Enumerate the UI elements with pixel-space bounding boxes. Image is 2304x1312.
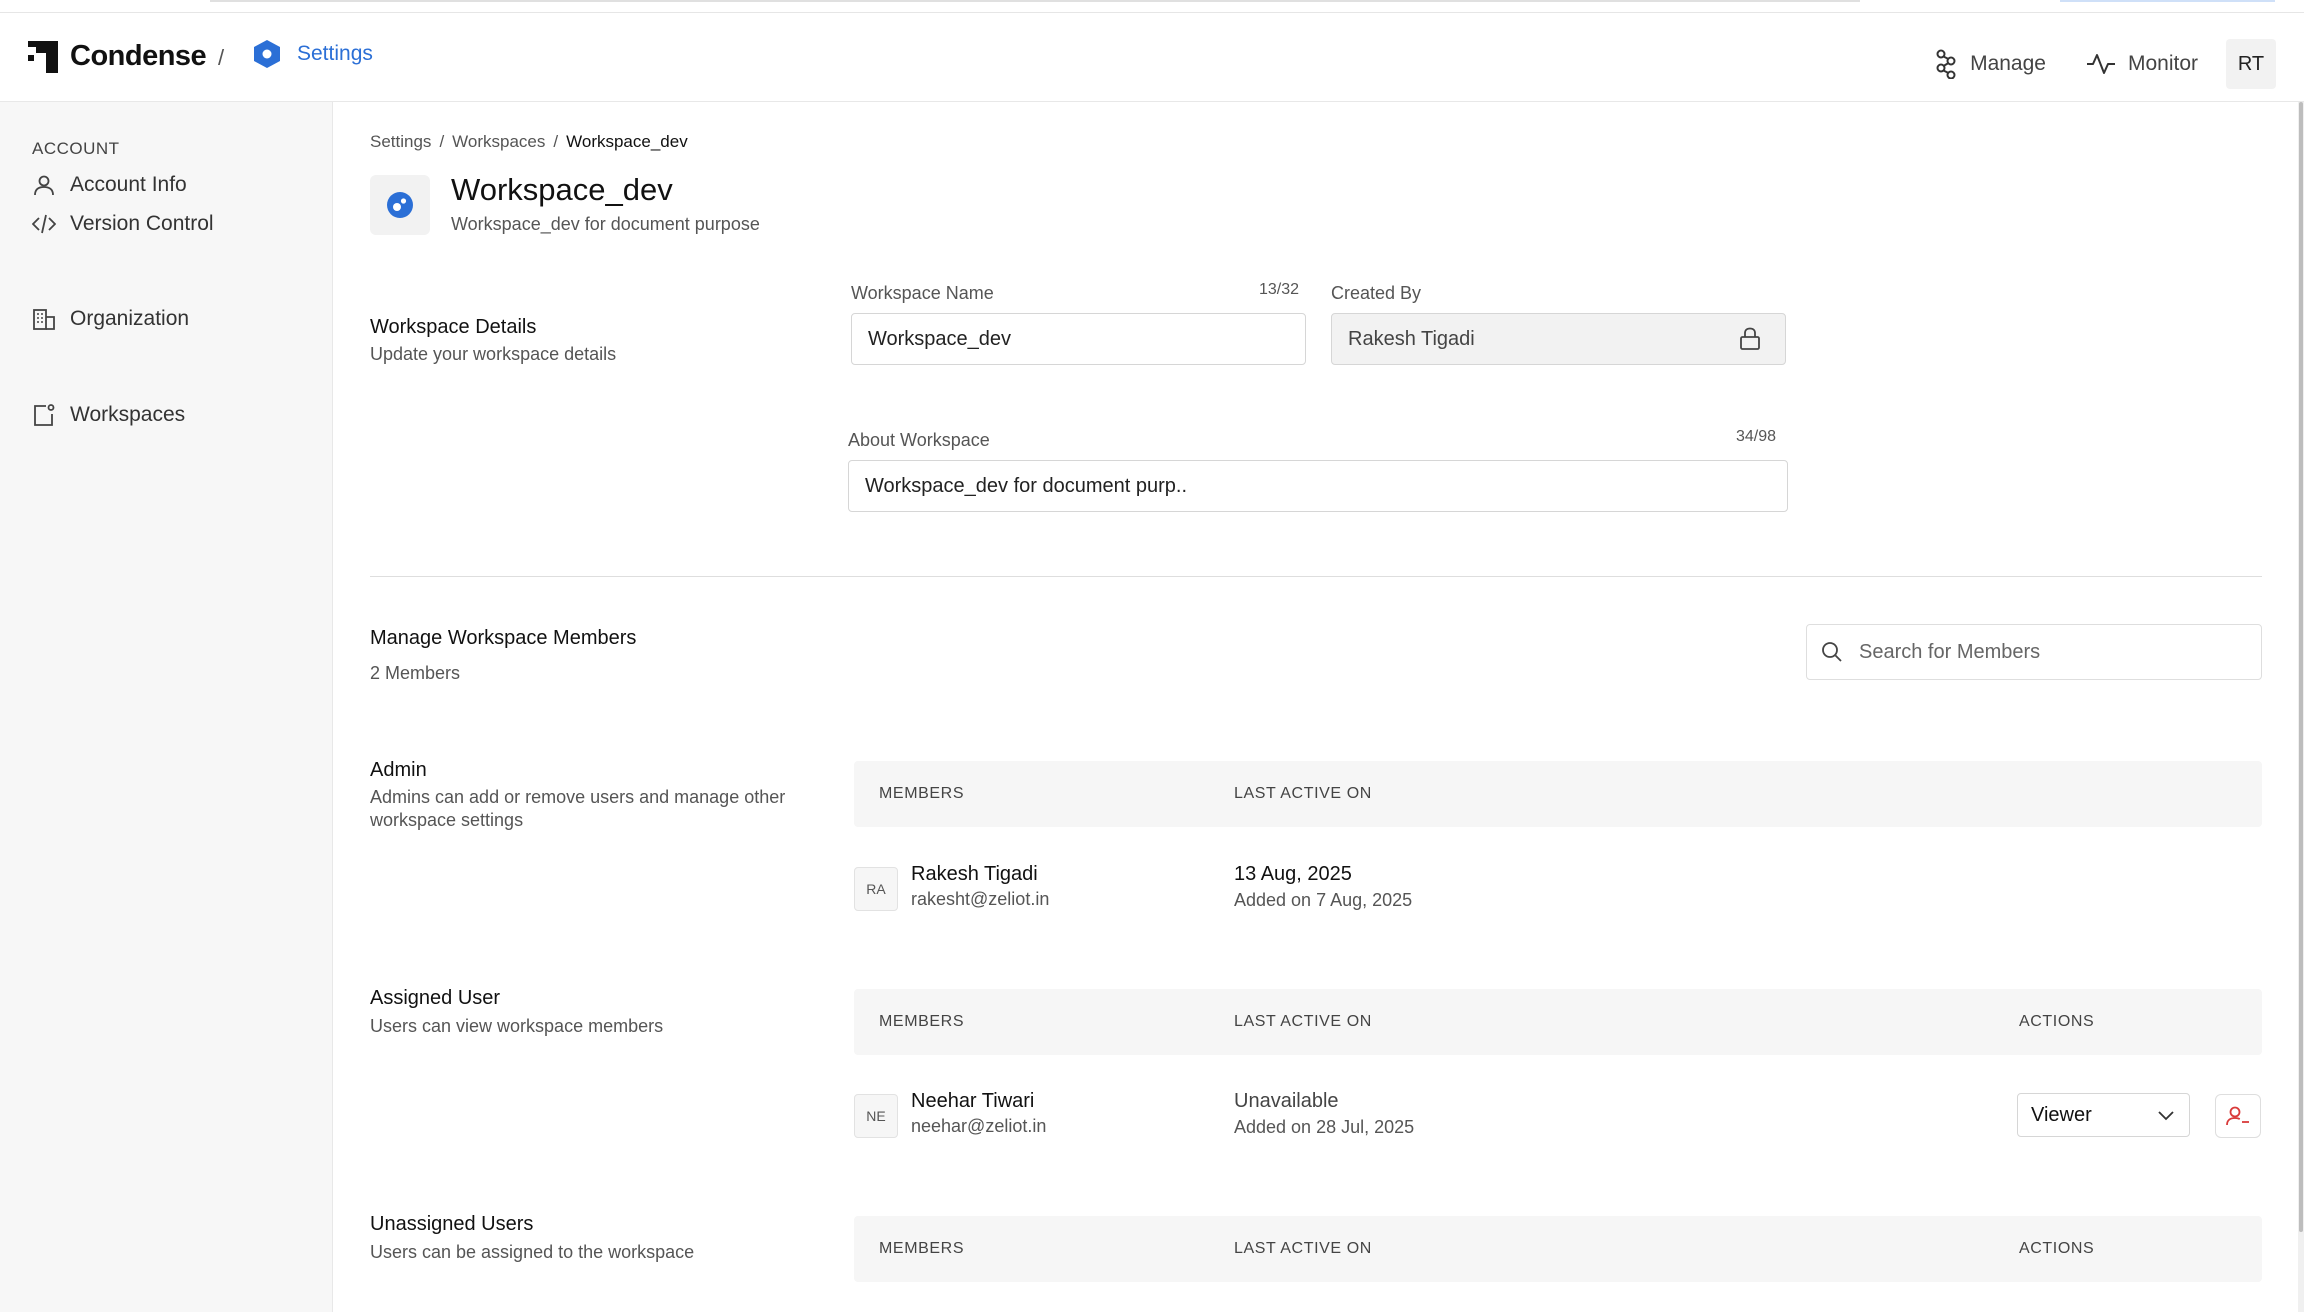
added-on: Added on 28 Jul, 2025 <box>1234 1117 1415 1137</box>
breadcrumb: Settings / Workspaces / Workspace_dev <box>370 132 688 152</box>
col-actions: ACTIONS <box>2019 1240 2095 1257</box>
member-name: Neehar Tiwari <box>911 1090 1035 1112</box>
workspace-logo-icon <box>387 192 413 218</box>
breadcrumb-separator: / <box>439 132 445 151</box>
lock-icon <box>1740 327 1760 350</box>
remove-user-icon <box>2226 1106 2249 1126</box>
unassigned-table-header: MEMBERS LAST ACTIVE ON ACTIONS <box>854 1216 2262 1282</box>
sidebar-item-organization[interactable]: Organization <box>32 307 189 331</box>
unassigned-desc: Users can be assigned to the workspace <box>370 1242 695 1262</box>
top-strip <box>0 0 2304 13</box>
role-select[interactable]: Viewer <box>2017 1093 2190 1137</box>
workspace-name-label: Workspace Name <box>851 283 994 303</box>
members-count: 2 Members <box>370 663 461 683</box>
admin-table-header: MEMBERS LAST ACTIVE ON <box>854 761 2262 827</box>
role-select-value: Viewer <box>2031 1103 2092 1126</box>
breadcrumb-workspaces[interactable]: Workspaces <box>452 132 545 152</box>
sidebar-item-version-control[interactable]: Version Control <box>32 212 214 236</box>
sidebar-item-account-info[interactable]: Account Info <box>32 173 187 197</box>
col-members: MEMBERS <box>879 1240 965 1257</box>
building-icon <box>33 309 55 330</box>
page-title: Workspace_dev <box>451 172 673 207</box>
top-strip-accent <box>2060 0 2275 2</box>
header: Condense / Settings Manage Monitor RT <box>0 13 2304 102</box>
sidebar-heading: ACCOUNT <box>32 139 120 158</box>
sidebar-item-label: Organization <box>70 307 190 330</box>
assigned-title: Assigned User <box>370 987 501 1009</box>
col-actions: ACTIONS <box>2019 1013 2095 1030</box>
workspace-name-input[interactable]: Workspace_dev <box>851 313 1306 365</box>
created-by-value: Rakesh Tigadi <box>1348 327 1475 350</box>
admin-desc: Admins can add or remove users and manag… <box>370 787 786 830</box>
member-name: Rakesh Tigadi <box>911 863 1038 885</box>
nav-monitor-label: Monitor <box>2127 52 2198 75</box>
details-desc: Update your workspace details <box>370 344 617 364</box>
admin-title: Admin <box>370 759 427 781</box>
condense-logo-icon <box>28 40 58 73</box>
col-members: MEMBERS <box>879 785 965 802</box>
pulse-icon <box>2086 54 2115 74</box>
sidebar-item-label: Workspaces <box>70 403 186 426</box>
search-input[interactable] <box>1859 640 2239 664</box>
nav-manage-label: Manage <box>1970 52 2046 75</box>
avatar: RA <box>854 867 898 911</box>
sidebar-item-label: Version Control <box>70 212 214 235</box>
added-on: Added on 7 Aug, 2025 <box>1234 890 1413 910</box>
avatar: NE <box>854 1094 898 1138</box>
assigned-table-header: MEMBERS LAST ACTIVE ON ACTIONS <box>854 989 2262 1055</box>
search-icon <box>1822 642 1842 662</box>
sidebar-item-workspaces[interactable]: Workspaces <box>32 403 185 427</box>
app-logo[interactable]: Condense <box>26 40 207 73</box>
assigned-desc: Users can view workspace members <box>370 1016 664 1036</box>
breadcrumb-separator: / <box>553 132 559 151</box>
main-content: Settings / Workspaces / Workspace_dev Wo… <box>334 102 2304 1312</box>
col-last-active: LAST ACTIVE ON <box>1234 1240 1372 1257</box>
user-icon <box>34 175 54 196</box>
last-active: 13 Aug, 2025 <box>1234 863 1352 885</box>
scrollbar-thumb[interactable] <box>2299 102 2303 1232</box>
unassigned-title: Unassigned Users <box>370 1213 534 1235</box>
header-nav: Manage Monitor RT <box>1934 39 2276 89</box>
nav-manage[interactable]: Manage <box>1934 49 2046 79</box>
last-active: Unavailable <box>1234 1090 1339 1112</box>
member-email: neehar@zeliot.in <box>911 1116 1047 1136</box>
breadcrumb-current: Workspace_dev <box>566 132 688 151</box>
search-members[interactable] <box>1806 624 2262 680</box>
manage-icon <box>1936 49 1956 79</box>
section-divider <box>370 576 2262 577</box>
members-title: Manage Workspace Members <box>370 627 637 649</box>
breadcrumb-settings[interactable]: Settings <box>370 132 431 152</box>
about-label: About Workspace <box>848 430 990 450</box>
workspace-avatar <box>370 175 430 235</box>
settings-crumb-label: Settings <box>297 42 373 65</box>
sidebar: ACCOUNT Account Info Version Control Org… <box>0 102 333 1312</box>
nav-monitor[interactable]: Monitor <box>2086 52 2198 76</box>
settings-crumb[interactable]: Settings <box>253 39 373 69</box>
app-name: Condense <box>70 40 207 72</box>
about-counter: 34/98 <box>1736 428 1777 445</box>
about-input[interactable]: Workspace_dev for document purp.. <box>848 460 1788 512</box>
top-strip-bar <box>210 0 1860 2</box>
chevron-down-icon <box>2158 1111 2174 1121</box>
created-by-field: Rakesh Tigadi <box>1331 313 1786 365</box>
code-icon <box>32 214 56 234</box>
sidebar-item-label: Account Info <box>70 173 187 196</box>
header-separator: / <box>218 45 225 70</box>
col-last-active: LAST ACTIVE ON <box>1234 785 1372 802</box>
remove-member-button[interactable] <box>2215 1094 2261 1138</box>
page-subtitle: Workspace_dev for document purpose <box>451 214 760 234</box>
member-email: rakesht@zeliot.in <box>911 889 1050 909</box>
workspace-icon <box>34 404 55 426</box>
col-last-active: LAST ACTIVE ON <box>1234 1013 1372 1030</box>
details-title: Workspace Details <box>370 316 537 338</box>
user-avatar[interactable]: RT <box>2226 39 2276 89</box>
settings-hex-icon <box>254 40 280 68</box>
col-members: MEMBERS <box>879 1013 965 1030</box>
created-by-label: Created By <box>1331 283 1422 303</box>
workspace-name-counter: 13/32 <box>1259 281 1300 298</box>
main-scrollbar[interactable] <box>2298 102 2304 1312</box>
